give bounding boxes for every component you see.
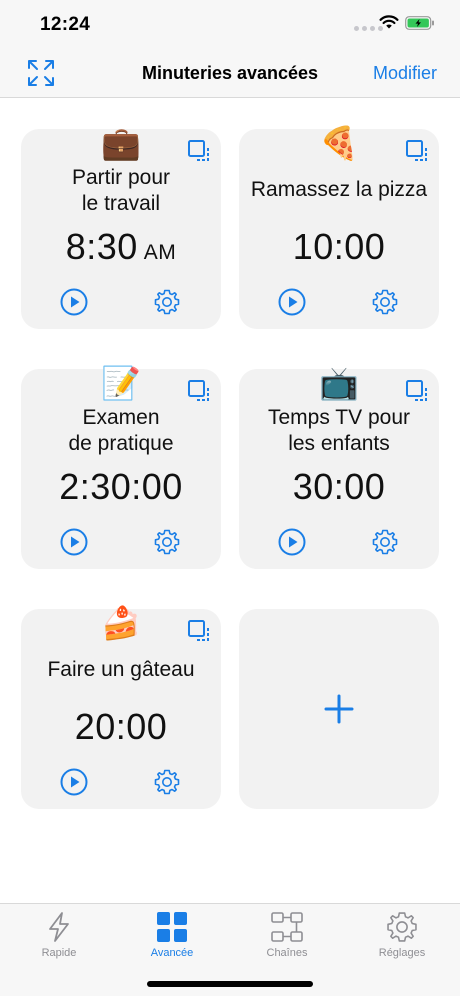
play-button[interactable] [60, 768, 88, 796]
wifi-icon [379, 15, 399, 29]
timer-title: Ramassez la pizza [250, 178, 428, 201]
play-button[interactable] [278, 288, 306, 316]
timer-card[interactable]: 📺 Temps TV pour les enfants 30:00 [239, 365, 439, 569]
timer-title: Examen de pratique [68, 406, 174, 455]
tab-label: Chaînes [266, 947, 308, 959]
timer-title: Partir pour le travail [71, 166, 171, 215]
tab-avancee[interactable]: Avancée [122, 910, 222, 959]
widget-icon[interactable] [187, 139, 211, 163]
timer-time: 20:00 [74, 706, 168, 747]
settings-button[interactable] [153, 288, 181, 316]
grid-icon [157, 912, 187, 942]
widget-icon[interactable] [187, 619, 211, 643]
bolt-icon [49, 912, 69, 942]
timer-card[interactable]: 📝 Examen de pratique 2:30:00 [21, 365, 221, 569]
timer-card[interactable]: 💼 Partir pour le travail 8:30 AM [21, 125, 221, 329]
widget-icon[interactable] [405, 139, 429, 163]
play-button[interactable] [60, 288, 88, 316]
timer-time: 2:30:00 [59, 466, 183, 507]
plus-icon [324, 694, 354, 724]
tab-chaines[interactable]: Chaînes [237, 910, 337, 959]
gear-icon [387, 912, 417, 942]
edit-button[interactable]: Modifier [373, 63, 437, 84]
chain-icon [271, 912, 303, 942]
tab-label: Rapide [41, 947, 77, 959]
timer-title: Faire un gâteau [47, 658, 195, 681]
tab-rapide[interactable]: Rapide [9, 910, 109, 959]
settings-button[interactable] [153, 768, 181, 796]
timer-time: 8:30 AM [65, 226, 177, 267]
play-button[interactable] [278, 528, 306, 556]
widget-icon[interactable] [187, 379, 211, 403]
add-timer-button[interactable] [239, 609, 439, 809]
widget-icon[interactable] [405, 379, 429, 403]
timer-time: 30:00 [292, 466, 386, 507]
tab-reglages[interactable]: Réglages [352, 910, 452, 959]
battery-icon [405, 16, 434, 30]
tab-label: Avancée [150, 947, 194, 959]
tab-label: Réglages [378, 947, 426, 959]
settings-button[interactable] [153, 528, 181, 556]
timer-card[interactable]: 🍰 Faire un gâteau 20:00 [21, 605, 221, 809]
status-bar: 12:24 [0, 0, 460, 48]
play-button[interactable] [60, 528, 88, 556]
timer-title: Temps TV pour les enfants [267, 406, 410, 455]
settings-button[interactable] [371, 528, 399, 556]
home-indicator [147, 981, 313, 987]
status-time: 12:24 [40, 14, 91, 35]
settings-button[interactable] [371, 288, 399, 316]
timer-card[interactable]: 🍕 Ramassez la pizza 10:00 [239, 125, 439, 329]
timer-time: 10:00 [292, 226, 386, 267]
navigation-bar: Minuteries avancées Modifier [0, 48, 460, 98]
